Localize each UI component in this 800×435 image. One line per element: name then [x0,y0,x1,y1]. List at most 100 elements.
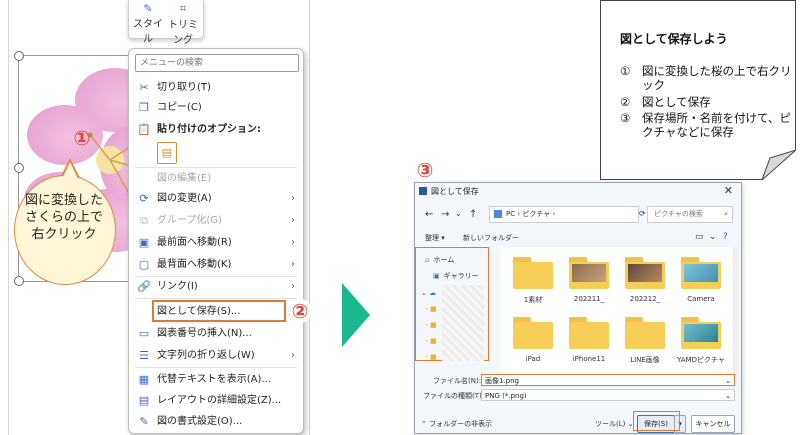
floating-toolbar: ✎ スタイル ⌗ トリミング [128,0,204,46]
step-marker-3: ③ [413,158,437,182]
folder-name: YAMDピクチャ [677,356,725,364]
menu-search-input[interactable]: メニューの検索 [135,54,299,72]
filetype-label: ファイルの種類(T): [423,392,485,400]
menu-item-insert-caption[interactable]: ▭ 図表番号の挿入(N)... [129,324,303,344]
cancel-button[interactable]: キャンセル [691,415,735,433]
alt-text-icon: ▦ [138,373,150,386]
scrollbar[interactable] [733,247,739,377]
filetype-value: PNG (*.png) [485,392,527,400]
menu-item-group: ⧉ グループ化(G) › [129,211,303,231]
menu-item-label: 文字列の折り返し(W) [157,350,255,361]
filename-input[interactable]: 画像1.png ⌄ [481,374,735,386]
paste-picture-option-icon[interactable]: ▤ [157,142,177,164]
menu-item-bring-front[interactable]: ▣ 最前面へ移動(R) › [129,233,303,253]
wrap-text-icon: ☰ [139,349,149,362]
menu-item-label: 図の編集(E) [157,173,212,184]
refresh-icon[interactable]: ⟳ [639,209,646,218]
hide-folders-label: フォルダーの非表示 [429,420,493,428]
crop-label: トリミング [168,20,198,46]
blurred-folder-list [442,285,484,361]
note-step-number: ② [620,95,631,109]
style-icon: ✎ [143,2,153,15]
menu-item-alt-text[interactable]: ▦ 代替テキストを表示(A)... [129,370,303,390]
menu-item-wrap-text[interactable]: ☰ 文字列の折り返し(W) › [129,346,303,366]
crop-button[interactable]: ⌗ トリミング [165,2,201,46]
back-icon[interactable]: ← [425,209,433,220]
note-fold-corner [762,150,796,180]
bring-front-icon: ▣ [138,236,150,249]
folder-item[interactable]: LINE画像 [620,317,670,365]
chevron-right-icon: › [291,281,295,292]
note-step-number: ① [620,64,631,78]
address-path: PC › ピクチャ › [506,210,556,218]
resize-handle[interactable] [14,163,24,173]
search-input[interactable]: ピクチャの検索 ⌕ [647,206,733,223]
view-icon[interactable]: ▭ [695,232,704,242]
search-placeholder: ピクチャの検索 [654,210,703,218]
menu-item-change-picture[interactable]: ⟳ 図の変更(A) › [129,189,303,209]
change-picture-icon: ⟳ [139,192,149,205]
up-icon[interactable]: ↑ [469,209,477,220]
hide-folders-toggle[interactable]: ⌃ フォルダーの非表示 [421,419,492,429]
chevron-right-icon: › [291,259,295,270]
chevron-down-icon[interactable]: ⌄ [709,232,717,242]
menu-item-link[interactable]: 🔗 リンク(I) › [129,277,303,297]
close-icon[interactable]: ✕ [724,184,733,197]
menu-item-copy[interactable]: ❐ コピー(C) [129,98,303,118]
chevron-down-icon[interactable]: ⌄ [455,209,462,218]
search-icon: ⌕ [724,210,728,218]
menu-item-cut[interactable]: ✂ 切り取り(T) [129,78,303,98]
menu-item-send-back[interactable]: ▢ 最背面へ移動(K) › [129,255,303,275]
save-as-picture-highlight [152,300,286,322]
folder-icon [569,257,609,289]
chevron-right-icon: › [291,215,295,226]
chevron-down-icon: ⌄ [725,392,731,400]
link-icon: 🔗 [137,280,151,293]
menu-item-paste-options: 📋 貼り付けのオプション: [129,120,303,140]
folder-item[interactable]: YAMDピクチャ [676,317,726,365]
tools-button[interactable]: ツール(L) ⌄ [595,419,633,429]
style-button[interactable]: ✎ スタイル [133,2,163,45]
folder-item[interactable]: 202212_ [620,257,670,303]
help-icon[interactable]: ? [723,232,728,242]
note-step-number: ③ [620,111,631,125]
note-title: 図として保存しよう [620,32,728,46]
folder-name: 1素材 [523,296,543,304]
menu-item-label: 図の変更(A) [157,193,212,204]
chevron-down-icon: ⌄ [725,377,731,385]
folder-icon [625,257,665,289]
filename-label: ファイル名(N): [433,377,482,385]
command-bar: 整理 ▾ 新しいフォルダー ▭ ⌄ ? [415,229,741,245]
file-list: 1素材 202211_ 202212_ Camera iPad iPhone11… [500,247,732,377]
folder-item[interactable]: 1素材 [508,257,558,305]
new-folder-button[interactable]: 新しいフォルダー [463,233,519,243]
folder-name: 202212_ [629,295,661,303]
tools-label: ツール(L) [595,420,626,428]
folder-item[interactable]: iPad [508,317,558,363]
menu-separator [135,367,297,368]
menu-item-label: 切り取り(T) [157,82,211,93]
forward-icon[interactable]: → [441,209,449,220]
format-picture-icon: ✎ [139,415,149,428]
step-marker-1: ① [73,126,91,150]
menu-item-format-picture[interactable]: ✎ 図の書式設定(O)... [129,412,303,432]
address-bar[interactable]: PC › ピクチャ › [489,206,639,223]
menu-separator [135,167,297,168]
folder-name: LINE画像 [630,356,660,364]
folder-item[interactable]: Camera [676,257,726,303]
next-step-arrow [342,283,370,347]
note-step-text: 図として保存 [642,95,711,109]
filetype-select[interactable]: PNG (*.png) ⌄ [481,389,735,401]
chevron-up-icon: ⌃ [421,420,430,428]
menu-item-label: グループ化(G) [157,215,222,226]
folder-item[interactable]: 202211_ [564,257,614,303]
bubble-tail-fill [62,162,78,179]
organize-button[interactable]: 整理 ▾ [425,233,445,243]
crop-icon: ⌗ [179,2,187,15]
resize-handle[interactable] [14,51,24,61]
folder-item[interactable]: iPhone11 [564,317,614,363]
folder-icon [513,257,553,289]
menu-item-layout[interactable]: ▤ レイアウトの詳細設定(Z)... [129,391,303,411]
resize-handle[interactable] [14,276,24,286]
context-menu: メニューの検索 ✂ 切り取り(T) ❐ コピー(C) 📋 貼り付けのオプション:… [128,48,304,434]
